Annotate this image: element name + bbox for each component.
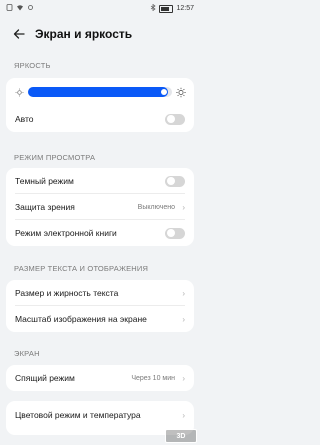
eye-comfort-row[interactable]: Защита зрения Выключено ›: [6, 194, 194, 220]
brightness-slider-row: [6, 78, 194, 106]
brightness-card: Авто: [6, 78, 194, 132]
eye-comfort-value: Выключено: [137, 203, 175, 211]
page-title: Экран и яркость: [35, 27, 133, 41]
view-mode-card: Темный режим Защита зрения Выключено › Р…: [6, 168, 194, 246]
dark-mode-row[interactable]: Темный режим: [6, 168, 194, 194]
ebook-mode-toggle[interactable]: [165, 227, 185, 239]
display-scale-row[interactable]: Масштаб изображения на экране ›: [6, 306, 194, 332]
page-header: Экран и яркость: [0, 22, 200, 46]
text-display-card: Размер и жирность текста › Масштаб изобр…: [6, 280, 194, 332]
section-label-text-display: РАЗМЕР ТЕКСТА И ОТОБРАЖЕНИЯ: [14, 264, 149, 273]
color-mode-row[interactable]: Цветовой режим и температура ›: [6, 401, 194, 429]
status-time: 12:57: [176, 5, 194, 12]
ebook-mode-row[interactable]: Режим электронной книги: [6, 220, 194, 246]
watermark-logo: 3D: [165, 429, 197, 443]
text-size-label: Размер и жирность текста: [15, 288, 119, 298]
text-size-row[interactable]: Размер и жирность текста ›: [6, 280, 194, 306]
section-label-view-mode: РЕЖИМ ПРОСМОТРА: [14, 153, 96, 162]
eye-comfort-label: Защита зрения: [15, 202, 75, 212]
chevron-right-icon: ›: [182, 288, 185, 298]
sleep-label: Спящий режим: [15, 373, 75, 383]
display-scale-label: Масштаб изображения на экране: [15, 314, 147, 324]
ebook-mode-label: Режим электронной книги: [15, 228, 117, 238]
brightness-slider-thumb[interactable]: [160, 89, 167, 95]
status-right-icons: 12:57: [150, 3, 194, 13]
brightness-low-icon: [14, 87, 24, 97]
sim-icon: [6, 4, 13, 13]
sleep-value: Через 10 мин: [131, 374, 175, 382]
color-mode-label: Цветовой режим и температура: [15, 410, 141, 420]
status-bar: 12:57: [0, 0, 200, 18]
chevron-right-icon: ›: [182, 314, 185, 324]
auto-brightness-toggle[interactable]: [165, 113, 185, 125]
brightness-high-icon: [176, 87, 186, 97]
screen-card: Спящий режим Через 10 мин ›: [6, 365, 194, 391]
chevron-right-icon: ›: [182, 373, 185, 383]
bluetooth-icon: [150, 3, 157, 13]
status-left-icons: [6, 4, 34, 13]
section-label-screen: ЭКРАН: [14, 349, 40, 358]
network-icon: [27, 4, 34, 13]
section-label-brightness: ЯРКОСТЬ: [14, 61, 51, 70]
back-button[interactable]: [9, 24, 29, 44]
auto-brightness-row[interactable]: Авто: [6, 106, 194, 132]
dark-mode-label: Темный режим: [15, 176, 74, 186]
sleep-row[interactable]: Спящий режим Через 10 мин ›: [6, 365, 194, 391]
auto-brightness-label: Авто: [15, 114, 34, 124]
dark-mode-toggle[interactable]: [165, 175, 185, 187]
chevron-right-icon: ›: [182, 202, 185, 212]
brightness-slider-fill: [28, 87, 168, 97]
wifi-icon: [16, 4, 24, 13]
battery-icon: [159, 4, 174, 13]
arrow-left-icon: [13, 29, 25, 39]
chevron-right-icon: ›: [182, 410, 185, 420]
brightness-slider[interactable]: [28, 87, 172, 97]
